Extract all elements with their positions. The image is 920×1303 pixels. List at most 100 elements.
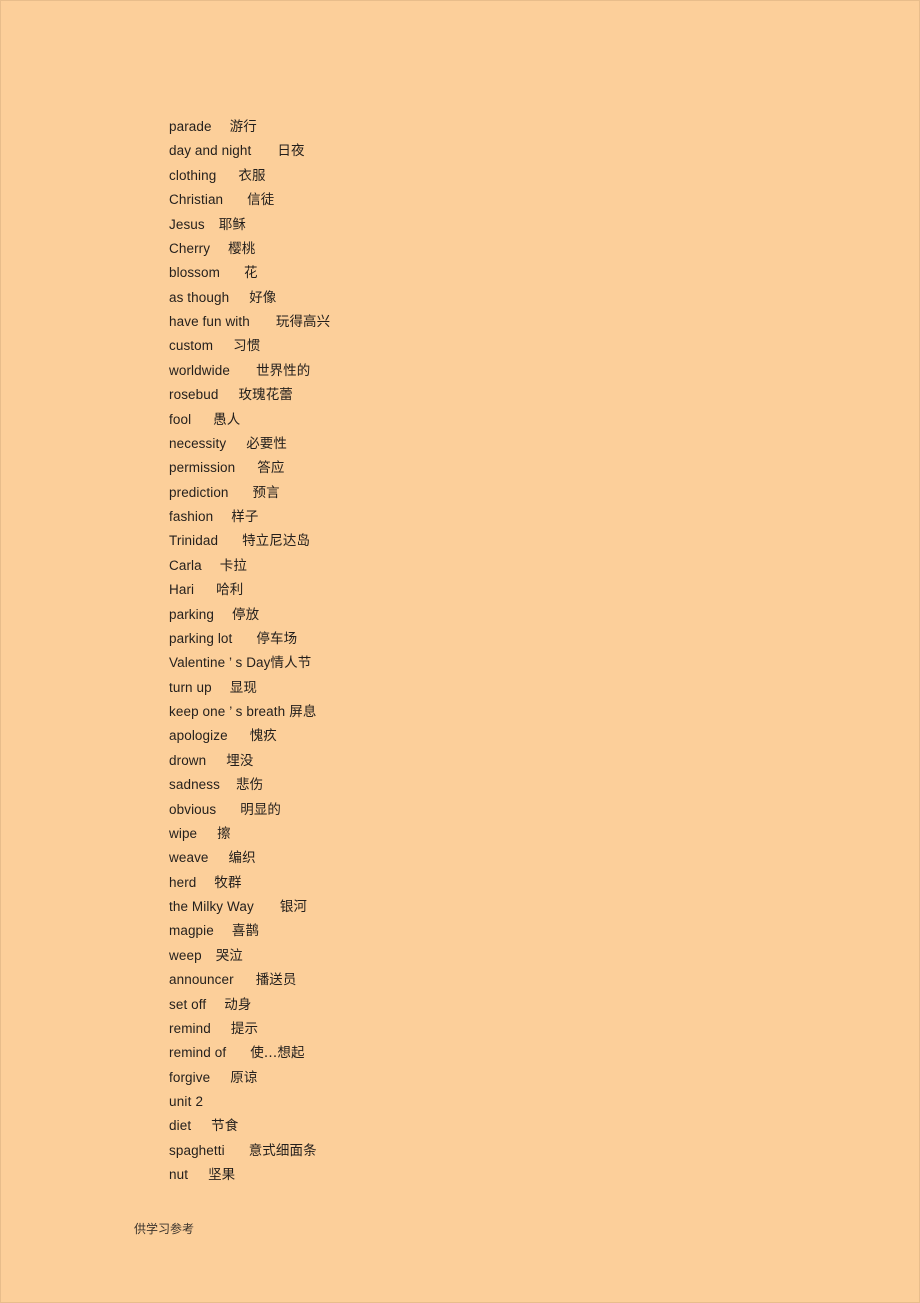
vocabulary-entry: set off 动身 — [169, 993, 869, 1017]
entry-gloss: 哭泣 — [215, 947, 243, 964]
entry-term: set off — [169, 996, 207, 1012]
entry-gloss: 停车场 — [256, 630, 298, 647]
vocabulary-entry: Christian 信徒 — [169, 188, 869, 212]
vocabulary-entry: announcer 播送员 — [169, 968, 869, 992]
vocabulary-entry: magpie 喜鹊 — [169, 919, 869, 943]
entry-term: fool — [169, 411, 192, 427]
entry-gloss: 好像 — [249, 289, 277, 306]
entry-gloss: 耶稣 — [218, 216, 246, 233]
vocabulary-entry: parking lot 停车场 — [169, 627, 869, 651]
vocabulary-entry: unit 2 — [169, 1090, 869, 1114]
vocabulary-entry: keep one ’ s breath 屏息 — [169, 700, 869, 724]
entry-term: forgive — [169, 1069, 211, 1085]
entry-term: spaghetti — [169, 1142, 225, 1158]
entry-gloss: 悲伤 — [235, 777, 264, 794]
entry-term: parade — [169, 119, 212, 134]
entry-gloss: 意式细面条 — [248, 1142, 317, 1159]
vocabulary-entry: spaghetti 意式细面条 — [169, 1139, 869, 1163]
entry-term: worldwide — [169, 362, 230, 378]
entry-gloss: 原谅 — [230, 1069, 258, 1086]
entry-term: remind — [169, 1020, 211, 1036]
vocabulary-entry: fool 愚人 — [169, 408, 869, 432]
entry-gloss: 坚果 — [208, 1167, 236, 1184]
vocabulary-entry: Trinidad 特立尼达岛 — [169, 529, 869, 553]
entry-term: Carla — [169, 557, 202, 573]
entry-term: day and night — [169, 143, 252, 159]
vocabulary-entry: weave 编织 — [169, 846, 869, 870]
entry-gloss: 牧群 — [214, 874, 242, 891]
entry-gloss: 必要性 — [246, 435, 287, 452]
vocabulary-entry: Cherry 樱桃 — [169, 237, 869, 261]
entry-term: weave — [169, 850, 209, 866]
entry-term: keep one ’ s breath — [169, 704, 286, 719]
vocabulary-entry: blossom 花 — [169, 261, 869, 285]
entry-term: rosebud — [169, 387, 219, 403]
entry-gloss: 停放 — [231, 606, 260, 623]
entry-term: permission — [169, 460, 236, 476]
entry-term: parking lot — [169, 630, 233, 646]
entry-term: apologize — [169, 728, 228, 744]
entry-gloss: 玫瑰花蕾 — [238, 387, 293, 404]
vocabulary-entry: custom 习惯 — [169, 334, 869, 358]
entry-term: fashion — [169, 509, 214, 524]
vocabulary-entry: obvious 明显的 — [169, 798, 869, 822]
entry-gloss: 樱桃 — [228, 240, 256, 257]
entry-term: Cherry — [169, 240, 211, 256]
entry-gloss: 哈利 — [216, 582, 244, 599]
entry-gloss: 愚人 — [213, 411, 241, 428]
vocabulary-entry: remind 提示 — [169, 1017, 869, 1041]
entry-term: Jesus — [169, 216, 205, 232]
vocabulary-entry: worldwide 世界性的 — [169, 359, 869, 383]
entry-term: diet — [169, 1118, 192, 1134]
entry-gloss: 答应 — [257, 460, 285, 477]
entry-term: herd — [169, 874, 197, 890]
entry-term: have fun with — [169, 314, 250, 329]
entry-term: blossom — [169, 265, 220, 281]
vocabulary-entry: Hari 哈利 — [169, 578, 869, 602]
entry-term: custom — [169, 338, 214, 354]
vocabulary-entry: remind of 使…想起 — [169, 1041, 869, 1065]
vocabulary-entry: forgive 原谅 — [169, 1066, 869, 1090]
entry-term: Valentine ’ s Day — [169, 655, 271, 671]
vocabulary-entry: herd 牧群 — [169, 871, 869, 895]
entry-gloss: 习惯 — [233, 338, 261, 355]
vocabulary-entry: nut 坚果 — [169, 1163, 869, 1187]
entry-term: clothing — [169, 167, 217, 183]
entry-term: unit 2 — [169, 1094, 204, 1109]
entry-term: Hari — [169, 582, 195, 598]
entry-gloss: 使…想起 — [250, 1045, 305, 1062]
vocabulary-entry: apologize 愧疚 — [169, 724, 869, 748]
vocabulary-entry: rosebud 玫瑰花蕾 — [169, 383, 869, 407]
entry-gloss: 动身 — [224, 996, 252, 1013]
entry-gloss: 银河 — [279, 899, 308, 915]
entry-term: prediction — [169, 484, 229, 500]
footer-note: 供学习参考 — [134, 1222, 195, 1236]
vocabulary-entry: prediction 预言 — [169, 481, 869, 505]
entry-gloss: 日夜 — [277, 143, 305, 160]
entry-gloss: 埋没 — [226, 752, 254, 769]
entry-gloss: 播送员 — [255, 972, 297, 989]
entry-gloss: 编织 — [228, 850, 256, 867]
vocabulary-entry: Jesus 耶稣 — [169, 213, 869, 237]
entry-gloss: 喜鹊 — [231, 923, 260, 940]
entry-gloss: 特立尼达岛 — [242, 533, 311, 550]
vocabulary-entry: parking 停放 — [169, 603, 869, 627]
vocabulary-entry: permission 答应 — [169, 456, 869, 480]
entry-gloss: 节食 — [211, 1118, 239, 1135]
vocabulary-entry: drown 埋没 — [169, 749, 869, 773]
entry-term: sadness — [169, 777, 220, 793]
vocabulary-list: parade 游行 day and night 日夜 clothing 衣服 Christi… — [169, 115, 869, 1188]
entry-gloss: 屏息 — [289, 704, 317, 720]
vocabulary-entry: Valentine ’ s Day情人节 — [169, 651, 869, 675]
entry-gloss: 样子 — [231, 509, 259, 525]
entry-gloss: 明显的 — [240, 801, 282, 818]
vocabulary-entry: turn up 显现 — [169, 676, 869, 700]
vocabulary-entry: have fun with 玩得高兴 — [169, 310, 869, 334]
vocabulary-entry: parade 游行 — [169, 115, 869, 139]
entry-term: parking — [169, 606, 214, 622]
vocabulary-entry: day and night 日夜 — [169, 139, 869, 163]
entry-term: wipe — [169, 825, 198, 841]
entry-term: turn up — [169, 679, 212, 695]
entry-term: remind of — [169, 1045, 227, 1061]
entry-term: magpie — [169, 923, 214, 939]
